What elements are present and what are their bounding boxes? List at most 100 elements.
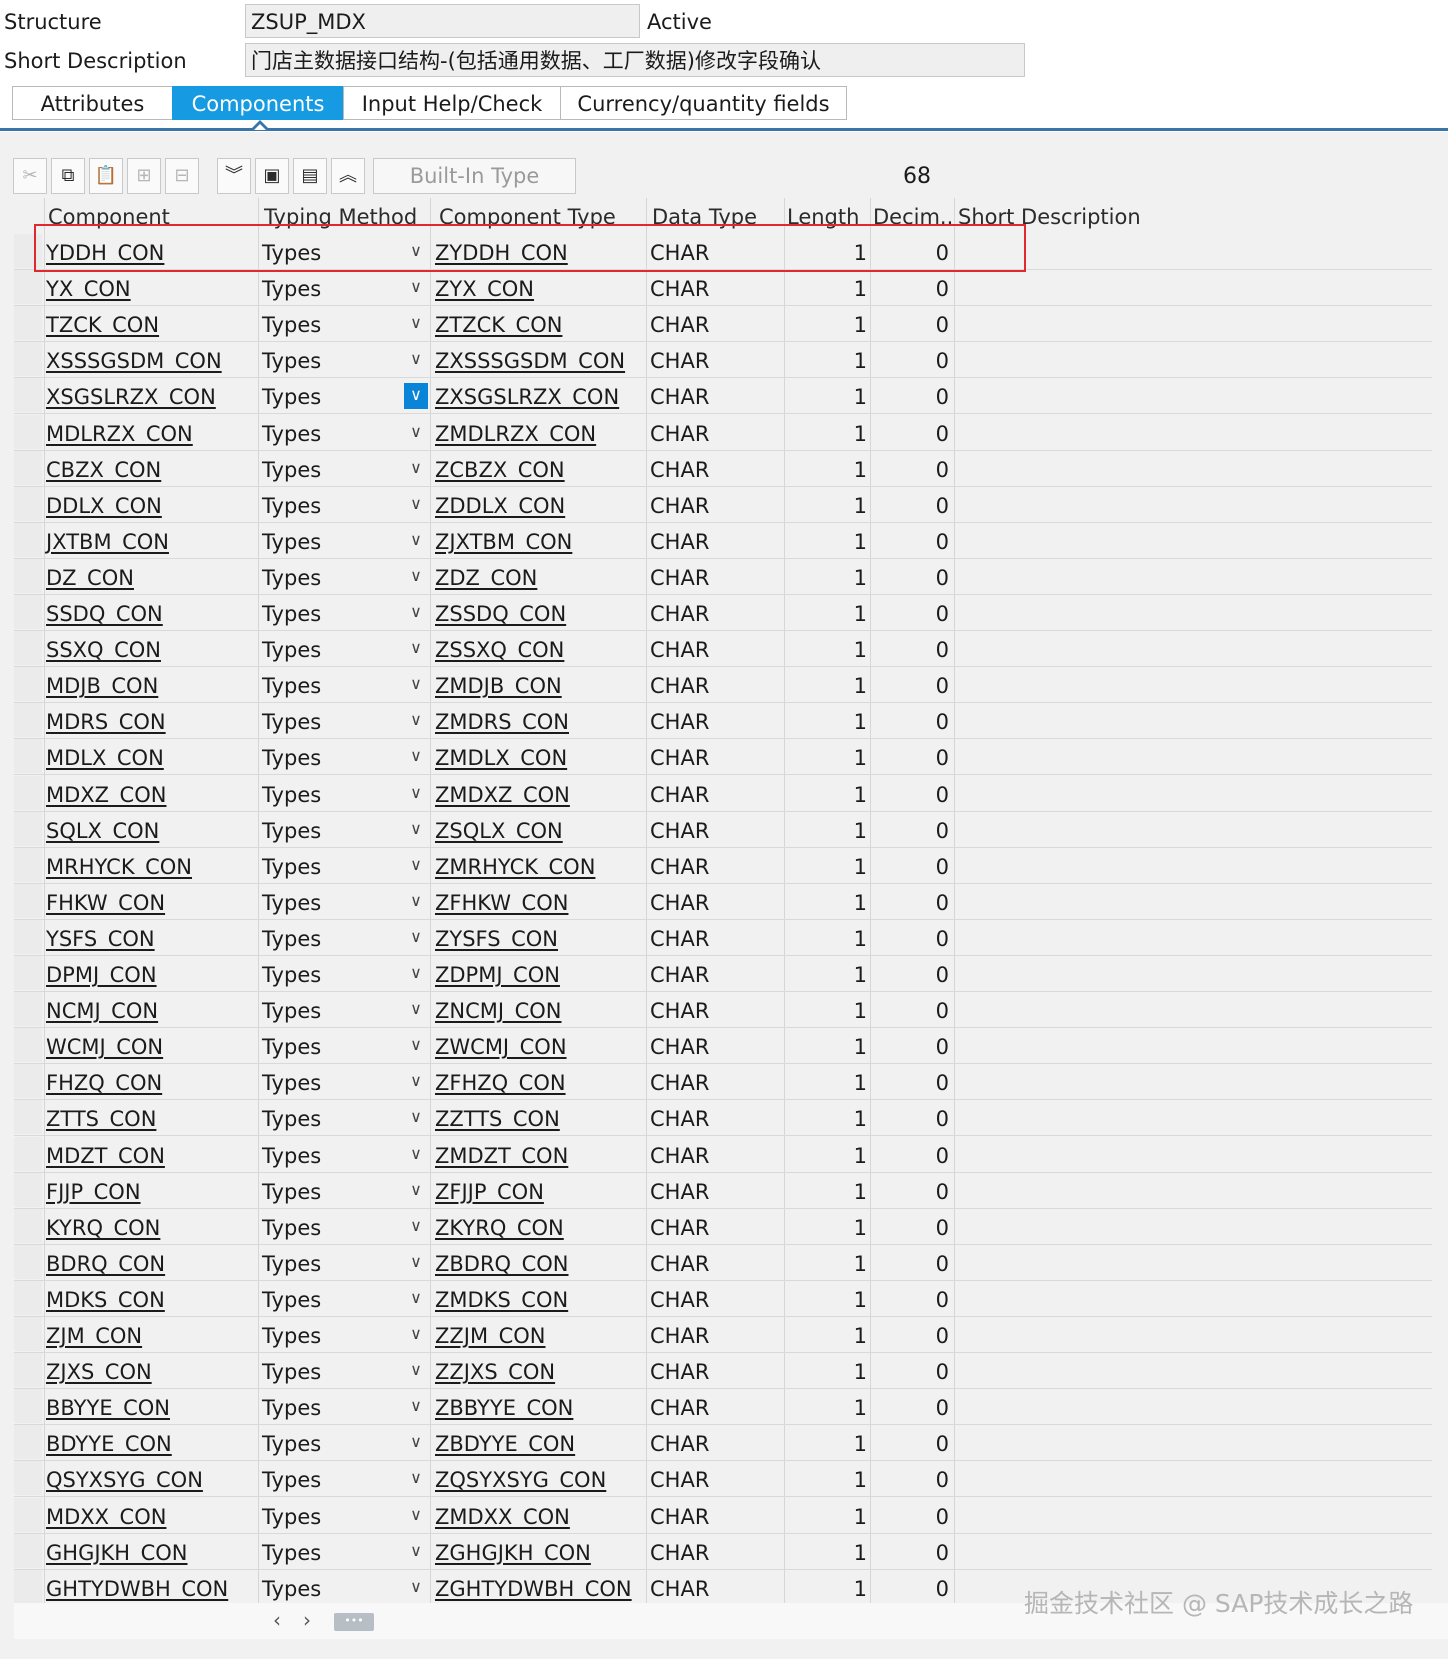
data-type-cell[interactable]: CHAR xyxy=(650,1461,770,1496)
row-selector[interactable] xyxy=(14,1136,42,1171)
row-selector[interactable] xyxy=(14,1064,42,1099)
length-cell[interactable]: 1 xyxy=(787,1534,867,1569)
row-selector[interactable] xyxy=(14,919,42,954)
column-header-typing-method[interactable]: Typing Method xyxy=(264,198,424,234)
tab-components[interactable]: Components xyxy=(172,86,343,120)
length-cell[interactable]: 1 xyxy=(787,848,867,883)
length-cell[interactable]: 1 xyxy=(787,415,867,450)
typing-method-cell[interactable]: Types xyxy=(262,1245,392,1280)
component-type-cell[interactable]: ZZTTS_CON xyxy=(435,1100,640,1135)
decimals-cell[interactable]: 0 xyxy=(872,487,949,522)
chevron-down-icon[interactable]: ∨ xyxy=(404,347,428,373)
short-description-cell[interactable] xyxy=(958,234,1428,269)
table-row[interactable]: YDDH_CON Types ∨ ZYDDH_CON CHAR 1 0 xyxy=(14,234,1432,270)
cut-icon[interactable]: ✂ xyxy=(13,158,47,194)
data-type-cell[interactable]: CHAR xyxy=(650,415,770,450)
decimals-cell[interactable]: 0 xyxy=(872,234,949,269)
row-selector[interactable] xyxy=(14,1389,42,1424)
chevron-down-icon[interactable]: ∨ xyxy=(404,528,428,554)
typing-method-cell[interactable]: Types xyxy=(262,992,392,1027)
data-type-cell[interactable]: CHAR xyxy=(650,1353,770,1388)
table-row[interactable]: YX_CON Types ∨ ZYX_CON CHAR 1 0 xyxy=(14,270,1432,307)
decimals-cell[interactable]: 0 xyxy=(872,1317,949,1352)
component-name-cell[interactable]: FHKW_CON xyxy=(46,884,251,919)
row-selector[interactable] xyxy=(14,992,42,1027)
scroll-left-icon[interactable]: ‹ xyxy=(264,1607,290,1633)
typing-method-cell[interactable]: Types xyxy=(262,523,392,558)
chevron-down-icon[interactable]: ∨ xyxy=(404,889,428,915)
component-name-cell[interactable]: SQLX_CON xyxy=(46,812,251,847)
short-description-cell[interactable] xyxy=(958,1389,1428,1424)
data-type-cell[interactable]: CHAR xyxy=(650,1498,770,1533)
component-name-cell[interactable]: SSDQ_CON xyxy=(46,595,251,630)
table-row[interactable]: TZCK_CON Types ∨ ZTZCK_CON CHAR 1 0 xyxy=(14,306,1432,343)
component-type-cell[interactable]: ZJXTBM_CON xyxy=(435,523,640,558)
short-description-cell[interactable] xyxy=(958,559,1428,594)
length-cell[interactable]: 1 xyxy=(787,342,867,377)
data-type-cell[interactable]: CHAR xyxy=(650,1028,770,1063)
chevron-down-icon[interactable]: ∨ xyxy=(404,1322,428,1348)
chevron-down-icon[interactable]: ∨ xyxy=(404,275,428,301)
column-header-data-type[interactable]: Data Type xyxy=(652,198,782,234)
component-type-cell[interactable]: ZBDRQ_CON xyxy=(435,1245,640,1280)
data-type-cell[interactable]: CHAR xyxy=(650,776,770,811)
component-name-cell[interactable]: BDRQ_CON xyxy=(46,1245,251,1280)
component-name-cell[interactable]: WCMJ_CON xyxy=(46,1028,251,1063)
chevron-down-icon[interactable]: ∨ xyxy=(404,1466,428,1492)
row-selector[interactable] xyxy=(14,775,42,810)
typing-method-cell[interactable]: Types xyxy=(262,1570,392,1605)
data-type-cell[interactable]: CHAR xyxy=(650,595,770,630)
component-name-cell[interactable]: NCMJ_CON xyxy=(46,992,251,1027)
component-type-cell[interactable]: ZTZCK_CON xyxy=(435,306,640,341)
decimals-cell[interactable]: 0 xyxy=(872,812,949,847)
length-cell[interactable]: 1 xyxy=(787,234,867,269)
chevron-down-icon[interactable]: ∨ xyxy=(404,817,428,843)
short-description-cell[interactable] xyxy=(958,451,1428,486)
length-cell[interactable]: 1 xyxy=(787,992,867,1027)
decimals-cell[interactable]: 0 xyxy=(872,1100,949,1135)
row-selector[interactable] xyxy=(14,956,42,990)
row-selector[interactable] xyxy=(14,1425,42,1460)
typing-method-cell[interactable]: Types xyxy=(262,1317,392,1352)
row-selector[interactable] xyxy=(14,522,42,557)
row-selector[interactable] xyxy=(14,558,42,593)
component-type-cell[interactable]: ZSSXQ_CON xyxy=(435,631,640,666)
length-cell[interactable]: 1 xyxy=(787,1570,867,1605)
component-type-cell[interactable]: ZMDLRZX_CON xyxy=(435,415,640,450)
decimals-cell[interactable]: 0 xyxy=(872,920,949,955)
row-selector[interactable] xyxy=(14,1317,42,1351)
horizontal-scrollbar-thumb[interactable]: ••• xyxy=(334,1613,374,1631)
typing-method-cell[interactable]: Types xyxy=(262,812,392,847)
column-header-decimals[interactable]: Decim... xyxy=(873,198,955,234)
length-cell[interactable]: 1 xyxy=(787,667,867,702)
component-type-cell[interactable]: ZZJXS_CON xyxy=(435,1353,640,1388)
component-name-cell[interactable]: FJJP_CON xyxy=(46,1173,251,1208)
short-description-cell[interactable] xyxy=(958,487,1428,522)
table-row[interactable]: MRHYCK_CON Types ∨ ZMRHYCK_CON CHAR 1 0 xyxy=(14,847,1432,884)
row-selector[interactable] xyxy=(14,1028,42,1063)
component-name-cell[interactable]: QSYXSYG_CON xyxy=(46,1461,251,1496)
component-type-cell[interactable]: ZMDJB_CON xyxy=(435,667,640,702)
component-type-cell[interactable]: ZCBZX_CON xyxy=(435,451,640,486)
row-selector[interactable] xyxy=(14,883,42,918)
data-type-cell[interactable]: CHAR xyxy=(650,306,770,341)
row-selector[interactable] xyxy=(14,631,42,666)
short-description-field[interactable]: 门店主数据接口结构-(包括通用数据、工厂数据)修改字段确认 xyxy=(245,43,1025,77)
chevron-down-icon[interactable]: ∨ xyxy=(404,672,428,698)
chevron-down-icon[interactable]: ∨ xyxy=(404,925,428,951)
component-type-cell[interactable]: ZFHZQ_CON xyxy=(435,1064,640,1099)
data-type-cell[interactable]: CHAR xyxy=(650,848,770,883)
decimals-cell[interactable]: 0 xyxy=(872,1353,949,1388)
short-description-cell[interactable] xyxy=(958,1317,1428,1352)
short-description-cell[interactable] xyxy=(958,415,1428,450)
length-cell[interactable]: 1 xyxy=(787,1028,867,1063)
decimals-cell[interactable]: 0 xyxy=(872,378,949,413)
typing-method-cell[interactable]: Types xyxy=(262,739,392,774)
component-type-cell[interactable]: ZBBYYE_CON xyxy=(435,1389,640,1424)
typing-method-cell[interactable]: Types xyxy=(262,378,392,413)
chevron-down-icon[interactable]: ∨ xyxy=(404,383,428,410)
component-name-cell[interactable]: XSSSGSDM_CON xyxy=(46,342,251,377)
row-selector[interactable] xyxy=(14,1497,42,1532)
data-type-cell[interactable]: CHAR xyxy=(650,920,770,955)
short-description-cell[interactable] xyxy=(958,1100,1428,1135)
